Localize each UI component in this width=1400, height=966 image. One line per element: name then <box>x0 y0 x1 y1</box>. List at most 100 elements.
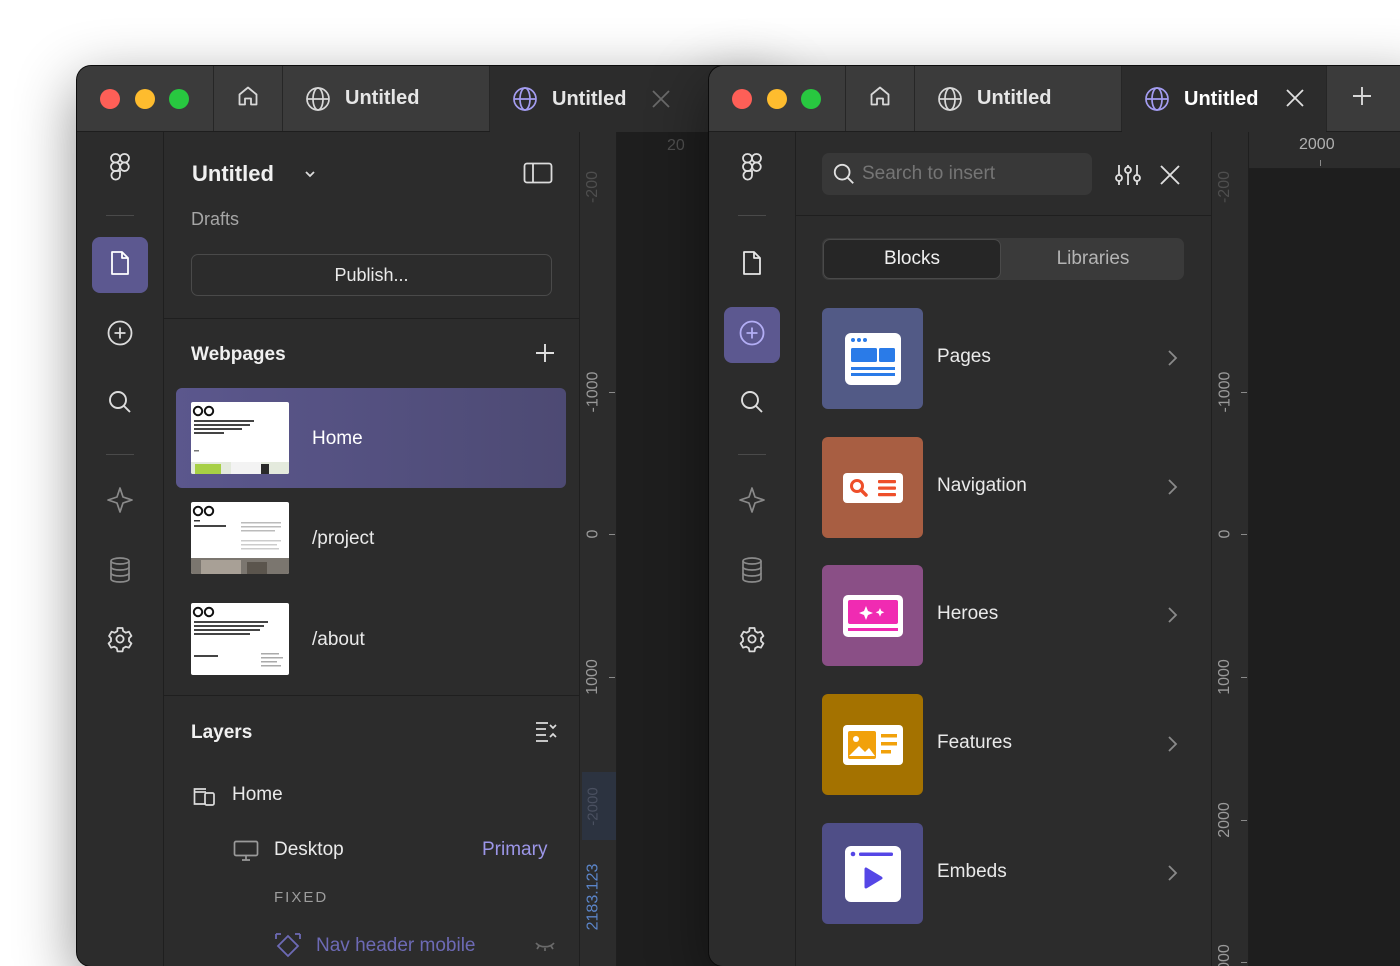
tab-label: Untitled <box>345 87 420 109</box>
close-tab-icon[interactable] <box>650 88 672 116</box>
block-label: Navigation <box>937 475 1027 496</box>
navigation-block-icon <box>822 437 923 538</box>
segment-libraries[interactable]: Libraries <box>1003 239 1183 279</box>
gear-icon <box>738 625 766 658</box>
new-tab-button[interactable] <box>1327 66 1397 131</box>
insert-button[interactable] <box>92 307 148 363</box>
database-icon <box>108 556 132 589</box>
primary-breakpoint-tag: Primary <box>482 839 548 860</box>
search-field[interactable] <box>822 153 1092 195</box>
settings-button[interactable] <box>92 613 148 669</box>
webpage-label: /about <box>312 629 365 650</box>
search-button[interactable] <box>724 376 780 432</box>
file-location[interactable]: Drafts <box>191 209 239 230</box>
layer-desktop[interactable]: Desktop <box>274 839 344 861</box>
collapse-layers-icon[interactable] <box>534 720 558 747</box>
search-button[interactable] <box>92 376 148 432</box>
close-window-button[interactable] <box>100 89 120 109</box>
filter-sliders-icon[interactable] <box>1115 163 1141 192</box>
tab-untitled-2-active[interactable]: Untitled <box>1122 66 1326 132</box>
layer-home[interactable]: Home <box>232 784 283 806</box>
figma-logo-icon <box>108 152 132 187</box>
search-input[interactable] <box>862 153 1082 195</box>
page-thumbnail <box>191 502 289 574</box>
components-button[interactable] <box>92 474 148 530</box>
ruler-label: -1000 <box>1216 371 1234 413</box>
block-category-navigation[interactable]: Navigation <box>822 437 1182 538</box>
hidden-eye-icon[interactable] <box>534 938 556 961</box>
tab-untitled-1[interactable]: Untitled <box>283 66 489 131</box>
maximize-window-button[interactable] <box>169 89 189 109</box>
ruler-label: 0 <box>1216 529 1233 539</box>
file-title[interactable]: Untitled <box>192 161 274 187</box>
ruler-label: -1000 <box>584 371 602 413</box>
block-label: Pages <box>937 346 991 367</box>
editor-window-left: Untitled Untitled Untitled Drafts Publis… <box>77 66 777 966</box>
webpage-row-project[interactable]: /project <box>176 488 566 588</box>
ruler-label: 3000 <box>1216 944 1233 966</box>
layers-heading: Layers <box>191 722 253 743</box>
figma-logo-icon <box>740 152 764 187</box>
sidebar-toggle-icon[interactable] <box>523 162 553 189</box>
tab-label: Untitled <box>552 87 627 110</box>
chevron-down-icon[interactable] <box>303 167 317 186</box>
desktop-icon <box>233 840 259 867</box>
publish-button[interactable]: Publish... <box>191 254 552 296</box>
tab-untitled-1[interactable]: Untitled <box>915 66 1121 131</box>
webpage-row-home[interactable]: Home <box>176 388 566 488</box>
main-menu-button[interactable] <box>724 141 780 197</box>
tab-label: Untitled <box>1184 87 1259 110</box>
maximize-window-button[interactable] <box>801 89 821 109</box>
ruler-label: 2000 <box>1299 136 1335 153</box>
pages-panel-button[interactable] <box>724 237 780 293</box>
components-icon <box>738 486 766 519</box>
close-tab-icon[interactable] <box>1284 87 1306 109</box>
close-panel-icon[interactable] <box>1158 163 1182 192</box>
block-category-pages[interactable]: Pages <box>822 308 1182 409</box>
insert-panel: Blocks Libraries Pages Navigation Heroes <box>796 132 1212 966</box>
block-label: Heroes <box>937 603 999 624</box>
minimize-window-button[interactable] <box>135 89 155 109</box>
embeds-block-icon <box>822 823 923 924</box>
canvas[interactable] <box>1249 169 1400 966</box>
page-thumbnail <box>191 603 289 675</box>
segmented-control: Blocks Libraries <box>822 238 1184 280</box>
webpage-row-about[interactable]: /about <box>176 589 566 689</box>
plus-circle-icon <box>738 319 766 352</box>
add-page-icon[interactable] <box>534 342 556 369</box>
cms-button[interactable] <box>92 544 148 600</box>
block-category-features[interactable]: Features <box>822 694 1182 795</box>
block-category-heroes[interactable]: Heroes <box>822 565 1182 666</box>
home-tab-button[interactable] <box>846 66 914 131</box>
home-icon <box>236 84 260 113</box>
features-block-icon <box>822 694 923 795</box>
minimize-window-button[interactable] <box>767 89 787 109</box>
main-menu-button[interactable] <box>92 141 148 197</box>
component-instance-icon <box>274 932 302 965</box>
file-icon <box>109 250 131 281</box>
ruler-label: -200 <box>584 170 601 204</box>
insert-button[interactable] <box>724 307 780 363</box>
ruler-label: 1000 <box>1216 659 1233 695</box>
segment-blocks[interactable]: Blocks <box>823 239 1001 279</box>
pages-panel-button[interactable] <box>92 237 148 293</box>
cms-button[interactable] <box>724 544 780 600</box>
pages-block-icon <box>822 308 923 409</box>
heroes-block-icon <box>822 565 923 666</box>
ruler-selection-value: 2183.123 <box>584 863 602 931</box>
components-button[interactable] <box>724 474 780 530</box>
block-category-embeds[interactable]: Embeds <box>822 823 1182 924</box>
search-icon <box>739 389 765 420</box>
webpage-label: Home <box>312 428 363 449</box>
plus-circle-icon <box>106 319 134 352</box>
vertical-ruler: -200 -1000 0 1000 2000 3000 <box>1212 132 1249 966</box>
plus-icon <box>1351 85 1373 112</box>
close-window-button[interactable] <box>732 89 752 109</box>
home-tab-button[interactable] <box>214 66 282 131</box>
settings-button[interactable] <box>724 613 780 669</box>
globe-icon <box>1144 86 1170 112</box>
database-icon <box>740 556 764 589</box>
ruler-label: 1000 <box>584 659 601 695</box>
tool-rail <box>77 132 164 966</box>
globe-icon <box>305 86 331 112</box>
